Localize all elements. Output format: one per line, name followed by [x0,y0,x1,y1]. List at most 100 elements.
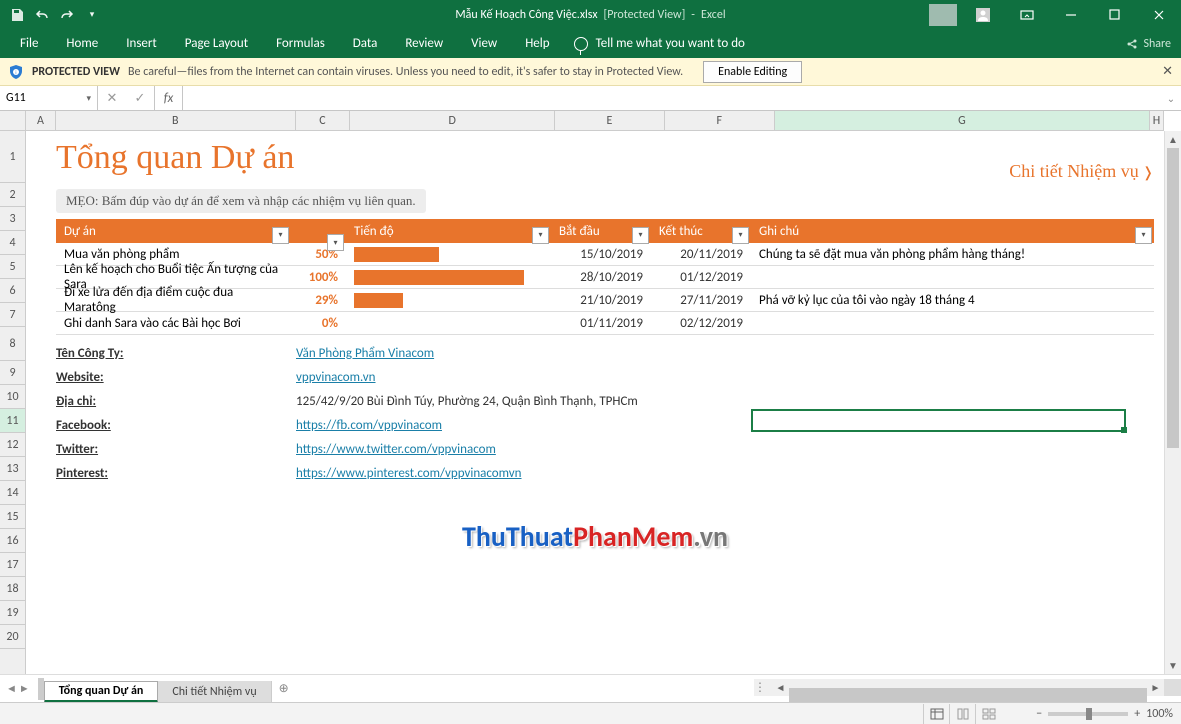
row-header[interactable]: 12 [0,433,25,457]
filter-icon[interactable]: ▾ [532,227,549,244]
info-link[interactable]: https://www.twitter.com/vppvinacom [296,442,496,457]
scroll-right-icon[interactable]: ► [1147,681,1164,694]
col-header-B[interactable]: B [56,111,296,130]
row-header[interactable]: 5 [0,255,25,279]
add-sheet-icon[interactable]: ⊕ [272,681,296,696]
row-header[interactable]: 3 [0,207,25,231]
filter-icon[interactable]: ▾ [1135,227,1152,244]
select-all-corner[interactable] [0,111,26,130]
tell-me-search[interactable]: Tell me what you want to do [564,36,745,51]
cell-bar [346,293,551,308]
share-button[interactable]: Share [1126,29,1171,58]
col-header-C[interactable]: C [296,111,351,130]
account-placeholder-icon[interactable] [929,4,957,26]
zoom-control[interactable]: − + 100% [1036,707,1173,721]
tab-insert[interactable]: Insert [112,29,171,58]
tab-nav-buttons[interactable]: ◄► [0,682,36,695]
zoom-in-icon[interactable]: + [1134,707,1140,721]
row-header[interactable]: 14 [0,481,25,505]
undo-icon[interactable] [31,4,53,26]
tab-page-layout[interactable]: Page Layout [171,29,262,58]
row-header[interactable]: 4 [0,231,25,255]
row-header[interactable]: 11 [0,409,25,433]
vertical-scrollbar[interactable]: ▲ ▼ [1164,131,1181,674]
fx-icon[interactable]: fx [155,86,183,110]
row-header[interactable]: 16 [0,529,25,553]
row-header[interactable]: 17 [0,553,25,577]
zoom-out-icon[interactable]: − [1036,707,1042,721]
info-link[interactable]: https://www.pinterest.com/vppvinacomvn [296,466,522,481]
horizontal-scrollbar[interactable]: ⋮ ◄ ► [754,679,1164,696]
filter-icon[interactable]: ▾ [732,227,749,244]
name-box[interactable]: G11▾ [0,86,98,110]
col-header-F[interactable]: F [665,111,775,130]
row-header[interactable]: 7 [0,303,25,327]
formula-input[interactable] [183,86,1161,110]
tab-view[interactable]: View [457,29,511,58]
scroll-left-icon[interactable]: ◄ [772,681,789,694]
col-header-G[interactable]: G [775,111,1150,130]
col-header-E[interactable]: E [555,111,665,130]
redo-icon[interactable] [56,4,78,26]
account-icon[interactable] [961,0,1005,29]
minimize-icon[interactable] [1049,0,1093,29]
row-header[interactable]: 19 [0,601,25,625]
table-row[interactable]: Đi xe lửa đến địa điểm cuộc đua Maratông… [56,289,1154,312]
row-header[interactable]: 10 [0,385,25,409]
ribbon-display-icon[interactable] [1005,0,1049,29]
filter-icon[interactable]: ▾ [272,227,289,244]
col-header-D[interactable]: D [350,111,555,130]
page-layout-view-icon[interactable] [949,704,975,724]
chevron-down-icon[interactable]: ▾ [86,93,91,104]
sheet-canvas[interactable]: Tổng quan Dự án Chi tiết Nhiệm vụ MẸO: B… [26,131,1164,674]
table-row[interactable]: Ghi danh Sara vào các Bài học Bơi0%01/11… [56,312,1154,335]
scroll-down-icon[interactable]: ▼ [1165,657,1181,674]
scroll-up-icon[interactable]: ▲ [1165,131,1181,148]
tab-help[interactable]: Help [511,29,563,58]
tab-review[interactable]: Review [391,29,457,58]
save-icon[interactable] [6,4,28,26]
filter-icon[interactable]: ▾ [327,234,344,251]
tab-file[interactable]: File [6,29,52,58]
qat-customize-icon[interactable]: ▾ [81,4,103,26]
row-header[interactable]: 8 [0,327,25,361]
info-label: Địa chỉ: [56,394,296,409]
info-row: Website:vppvinacom.vn [56,365,638,389]
sheet-tab-inactive[interactable]: Chi tiết Nhiệm vụ [158,681,271,703]
cell-start: 21/10/2019 [551,293,651,308]
info-link[interactable]: Văn Phòng Phẩm Vinacom [296,346,434,361]
zoom-slider[interactable] [1048,712,1128,716]
expand-formula-bar-icon[interactable]: ⌄ [1161,86,1181,110]
tab-home[interactable]: Home [52,29,112,58]
row-header[interactable]: 13 [0,457,25,481]
sheet-tab-active[interactable]: Tổng quan Dự án [44,681,159,703]
tab-data[interactable]: Data [339,29,392,58]
info-link[interactable]: vppvinacom.vn [296,370,376,385]
row-header[interactable]: 15 [0,505,25,529]
accept-formula-icon[interactable]: ✓ [126,91,154,106]
cancel-formula-icon[interactable]: ✕ [98,91,126,106]
maximize-icon[interactable] [1093,0,1137,29]
formula-buttons: ✕ ✓ [98,86,155,110]
row-header[interactable]: 20 [0,625,25,649]
tab-formulas[interactable]: Formulas [262,29,339,58]
selected-cell[interactable] [751,409,1126,432]
close-icon[interactable] [1137,0,1181,29]
normal-view-icon[interactable] [923,704,949,724]
scroll-thumb[interactable] [1167,148,1179,448]
page-break-view-icon[interactable] [975,704,1001,724]
enable-editing-button[interactable]: Enable Editing [703,61,802,83]
zoom-level[interactable]: 100% [1146,707,1173,721]
row-header[interactable]: 1 [0,131,25,183]
filter-icon[interactable]: ▾ [632,227,649,244]
row-header[interactable]: 6 [0,279,25,303]
col-header-A[interactable]: A [26,111,56,130]
scroll-split-icon[interactable] [1164,679,1181,696]
col-header-H[interactable]: H [1150,111,1164,130]
info-link[interactable]: https://fb.com/vppvinacom [296,418,442,433]
row-header[interactable]: 18 [0,577,25,601]
row-header[interactable]: 2 [0,183,25,207]
row-header[interactable]: 9 [0,361,25,385]
detail-link[interactable]: Chi tiết Nhiệm vụ [1009,161,1154,182]
protected-view-close-icon[interactable]: ✕ [1162,64,1173,79]
